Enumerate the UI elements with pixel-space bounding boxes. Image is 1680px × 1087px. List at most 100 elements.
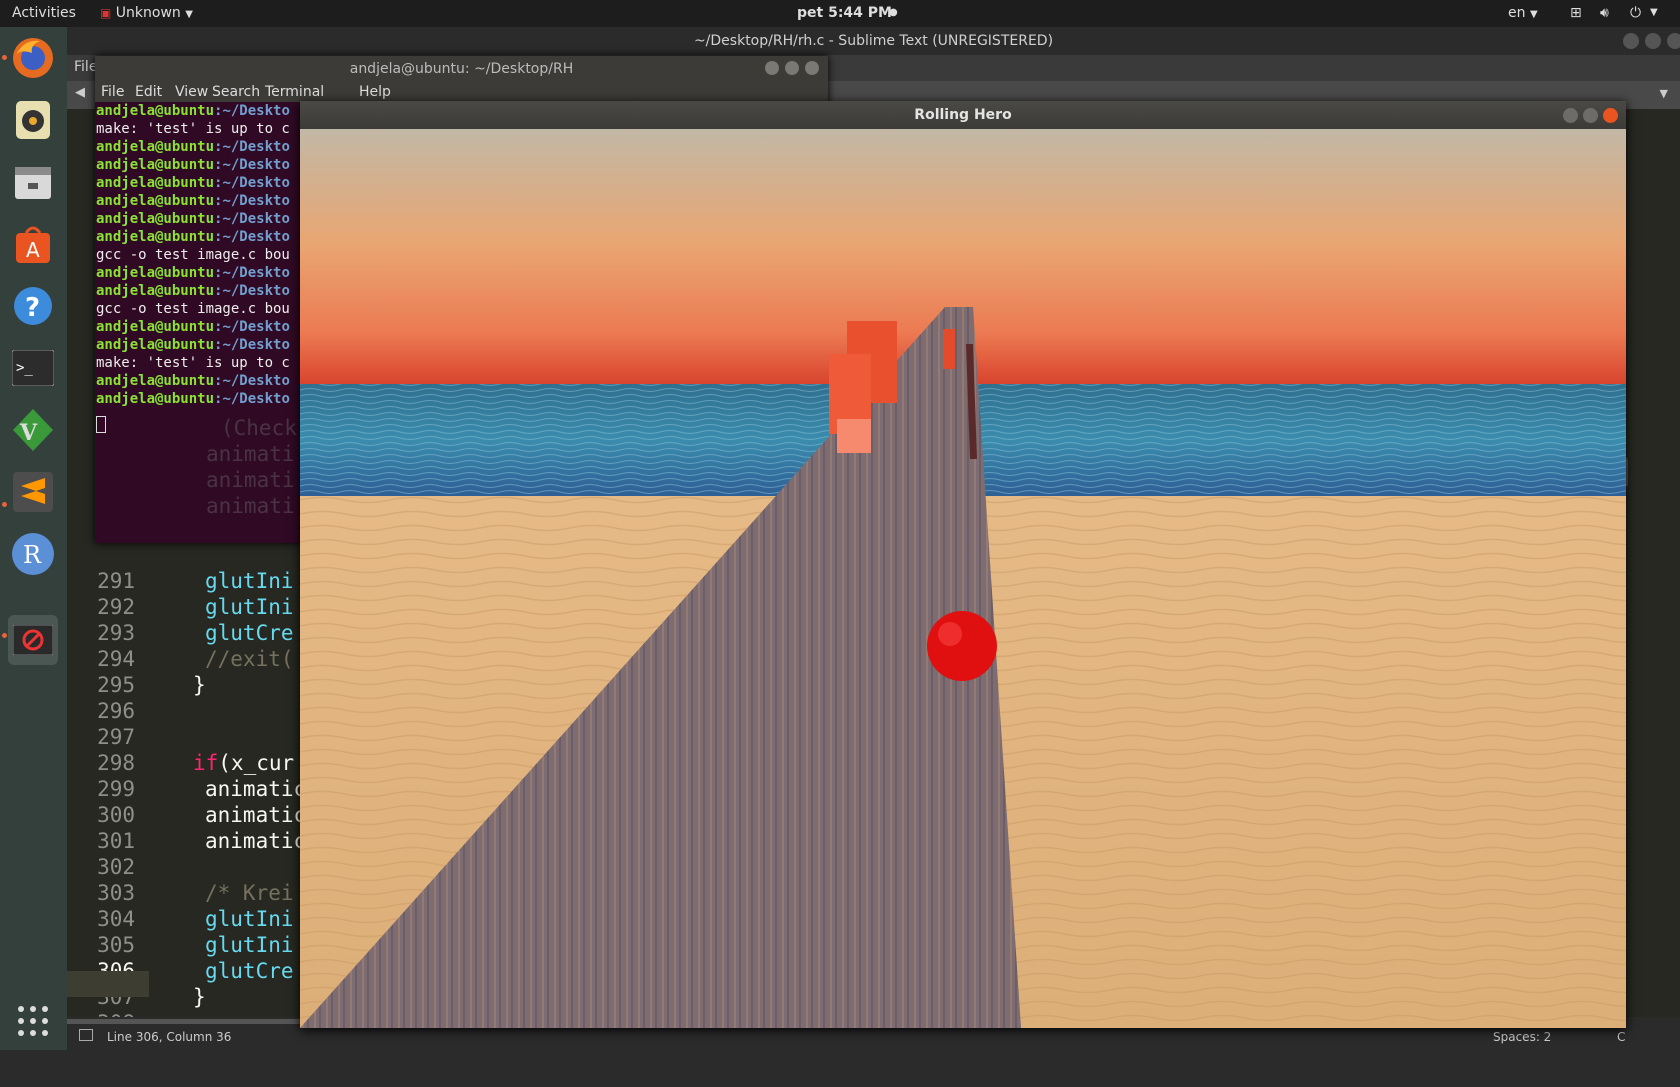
minimize-icon[interactable] [1563, 108, 1578, 123]
maximize-icon[interactable] [1583, 108, 1598, 123]
indentation-setting[interactable]: Spaces: 2 [1493, 1030, 1551, 1044]
app-menu[interactable]: ▣ Unknown ▼ [100, 5, 193, 21]
tab-scroll-left-icon[interactable]: ◀ [75, 85, 85, 100]
terminal-line: gcc -o test image.c bou [96, 301, 290, 317]
prompt-path: :~/Deskto [214, 211, 290, 227]
activities-button[interactable]: Activities [12, 5, 76, 21]
rhythmbox-icon[interactable] [8, 95, 58, 145]
language-indicator[interactable]: en ▼ [1508, 5, 1538, 21]
terminal-line: andjela@ubuntu:~/Deskto [96, 193, 290, 209]
prompt-path: :~/Deskto [214, 157, 290, 173]
syntax-setting[interactable]: C [1617, 1030, 1625, 1044]
close-icon[interactable] [1603, 108, 1618, 123]
scrollbar-thumb[interactable] [67, 1019, 307, 1024]
vim-icon[interactable]: V [8, 405, 58, 455]
obscured-code-line: (Check [221, 416, 297, 440]
close-icon[interactable] [805, 61, 819, 75]
menu-file[interactable]: File [74, 59, 97, 75]
terminal-line: andjela@ubuntu:~/Deskto [96, 211, 290, 227]
prompt-path: :~/Deskto [214, 193, 290, 209]
terminal-line: andjela@ubuntu:~/Deskto [96, 391, 290, 407]
prompt-path: :~/Deskto [214, 265, 290, 281]
prompt-user: andjela@ubuntu [96, 337, 215, 353]
line-number: 295 [97, 673, 135, 697]
terminal-menu-edit[interactable]: Edit [135, 84, 162, 100]
prompt-path: :~/Deskto [214, 283, 290, 299]
close-icon[interactable] [1667, 33, 1680, 49]
prompt-path: :~/Deskto [214, 175, 290, 191]
network-icon[interactable]: ⊞ [1570, 5, 1582, 21]
maximize-icon[interactable] [785, 61, 799, 75]
obstacle [943, 329, 955, 369]
code-line: if(x_cur [193, 751, 294, 775]
clock[interactable]: pet 5:44 PM [797, 5, 892, 21]
prompt-user: andjela@ubuntu [96, 229, 215, 245]
tab-list-icon[interactable]: ▼ [1660, 87, 1668, 100]
firefox-icon[interactable] [8, 33, 58, 83]
code-line: glutIni [205, 933, 294, 957]
terminal-line: andjela@ubuntu:~/Deskto [96, 175, 290, 191]
chevron-down-icon: ▼ [185, 9, 193, 20]
svg-text:>_: >_ [16, 360, 33, 376]
prompt-user: andjela@ubuntu [96, 319, 215, 335]
code-text: (x_cur [218, 751, 295, 775]
line-number: 297 [97, 725, 135, 749]
running-indicator-icon [2, 633, 7, 638]
maximize-icon[interactable] [1645, 33, 1661, 49]
chevron-down-icon: ▼ [1529, 9, 1538, 20]
line-number: 294 [97, 647, 135, 671]
terminal-icon[interactable]: >_ [8, 343, 58, 393]
terminal-menu-help[interactable]: Help [359, 84, 391, 100]
line-number: 301 [97, 829, 135, 853]
dock: A ? >_ V R [0, 27, 67, 1050]
panel-toggle-icon[interactable] [79, 1029, 93, 1041]
files-icon[interactable] [8, 157, 58, 207]
r-icon[interactable]: R [8, 529, 58, 579]
terminal-line: andjela@ubuntu:~/Deskto [96, 283, 290, 299]
minimize-icon[interactable] [1623, 33, 1639, 49]
prompt-path: :~/Deskto [214, 319, 290, 335]
code-line: } [193, 985, 206, 1009]
svg-text:R: R [23, 541, 42, 569]
sublime-text-icon[interactable] [8, 467, 58, 517]
svg-text:A: A [26, 238, 40, 262]
terminal-menu-view[interactable]: View [175, 84, 208, 100]
prompt-user: andjela@ubuntu [96, 175, 215, 191]
obscured-code-line: animati [206, 494, 295, 518]
terminal-line: make: 'test' is up to c [96, 121, 290, 137]
terminal-menu-terminal[interactable]: Terminal [265, 84, 324, 100]
svg-text:?: ? [25, 293, 40, 323]
code-line: /* Krei [205, 881, 294, 905]
line-number: 296 [97, 699, 135, 723]
code-line: animatic [205, 803, 307, 827]
top-bar: Activities ▣ Unknown ▼ pet 5:44 PM ● en … [0, 0, 1680, 27]
volume-icon[interactable]: 🔊︎ [1600, 5, 1609, 21]
sublime-title: ~/Desktop/RH/rh.c - Sublime Text (UNREGI… [67, 27, 1680, 55]
running-indicator-icon [2, 55, 7, 60]
code-line: animatic [205, 829, 307, 853]
chevron-down-icon[interactable]: ▼ [1650, 7, 1658, 18]
game-canvas[interactable] [300, 129, 1626, 1028]
minimize-icon[interactable] [765, 61, 779, 75]
prompt-path: :~/Deskto [214, 391, 290, 407]
code-line: } [193, 673, 206, 697]
terminal-menu-search[interactable]: Search [212, 84, 260, 100]
show-applications-icon[interactable] [8, 996, 58, 1046]
terminal-line: gcc -o test image.c bou [96, 247, 290, 263]
line-number: 298 [97, 751, 135, 775]
line-number: 303 [97, 881, 135, 905]
rolling-hero-window[interactable]: Rolling Hero [300, 101, 1626, 1028]
app-menu-label: Unknown [115, 5, 181, 21]
rolling-hero-icon[interactable] [8, 615, 58, 665]
obscured-code-line: animati [206, 442, 295, 466]
help-icon[interactable]: ? [8, 281, 58, 331]
prompt-user: andjela@ubuntu [96, 373, 215, 389]
prompt-user: andjela@ubuntu [96, 265, 215, 281]
running-indicator-icon [2, 502, 7, 507]
terminal-menu-file[interactable]: File [101, 84, 124, 100]
prompt-path: :~/Deskto [214, 103, 290, 119]
power-icon[interactable]: ⏻ [1630, 5, 1641, 21]
terminal-title: andjela@ubuntu: ~/Desktop/RH [95, 56, 828, 82]
terminal-line: andjela@ubuntu:~/Deskto [96, 229, 290, 245]
software-center-icon[interactable]: A [8, 219, 58, 269]
